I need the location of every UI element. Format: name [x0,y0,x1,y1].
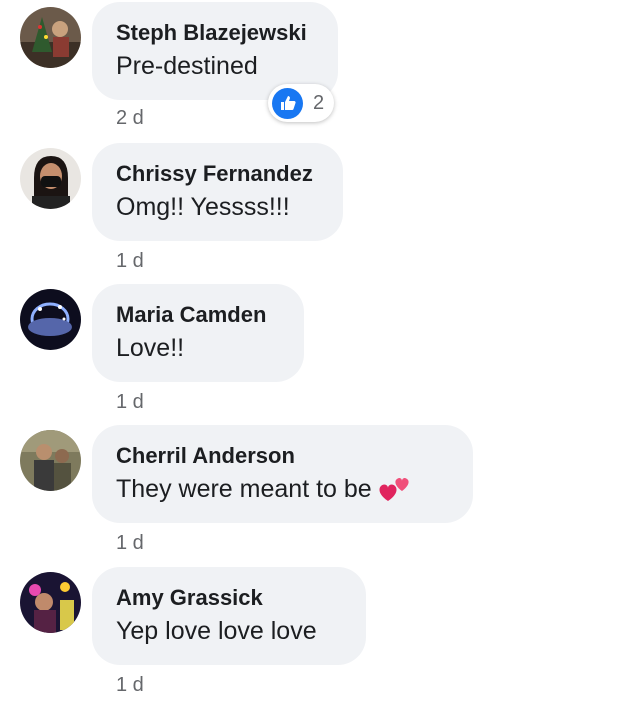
comment-thread: Steph Blazejewski Pre-destined 2 2 d Chr… [0,0,634,709]
comment-text-row: They were meant to be [116,471,449,507]
comment-text: Love!! [116,334,185,362]
comment-text: Omg!! Yessss!!! [116,193,290,221]
avatar[interactable] [20,7,81,68]
comment-timestamp[interactable]: 1 d [116,531,144,555]
reaction-count: 2 [313,91,325,114]
comment-bubble: Amy Grassick Yep love love love [92,567,366,665]
comment-bubble: Chrissy Fernandez Omg!! Yessss!!! [92,143,343,241]
comment-timestamp[interactable]: 2 d [116,106,144,130]
avatar-image [20,7,81,68]
comment-text: They were meant to be [116,475,372,503]
two-hearts-icon [378,471,414,503]
comment-author[interactable]: Chrissy Fernandez [116,159,319,189]
avatar[interactable] [20,148,81,209]
like-icon [272,87,303,119]
avatar[interactable] [20,430,81,491]
reaction-summary[interactable]: 2 [268,84,334,122]
comment-text: Pre-destined [116,52,258,80]
avatar[interactable] [20,572,81,633]
comment-timestamp[interactable]: 1 d [116,673,144,697]
comment-bubble: Cherril Anderson They were meant to be [92,425,473,523]
avatar-image [20,430,81,491]
comment-text: Yep love love love [116,617,317,645]
avatar[interactable] [20,289,81,350]
comment-timestamp[interactable]: 1 d [116,390,144,414]
comment-timestamp[interactable]: 1 d [116,249,144,273]
comment-author[interactable]: Maria Camden [116,300,280,330]
avatar-image [20,572,81,633]
comment-author[interactable]: Amy Grassick [116,583,342,613]
comment-author[interactable]: Steph Blazejewski [116,18,314,48]
avatar-image [20,289,81,350]
comment-bubble: Maria Camden Love!! [92,284,304,382]
avatar-image [20,148,81,209]
comment-author[interactable]: Cherril Anderson [116,441,449,471]
